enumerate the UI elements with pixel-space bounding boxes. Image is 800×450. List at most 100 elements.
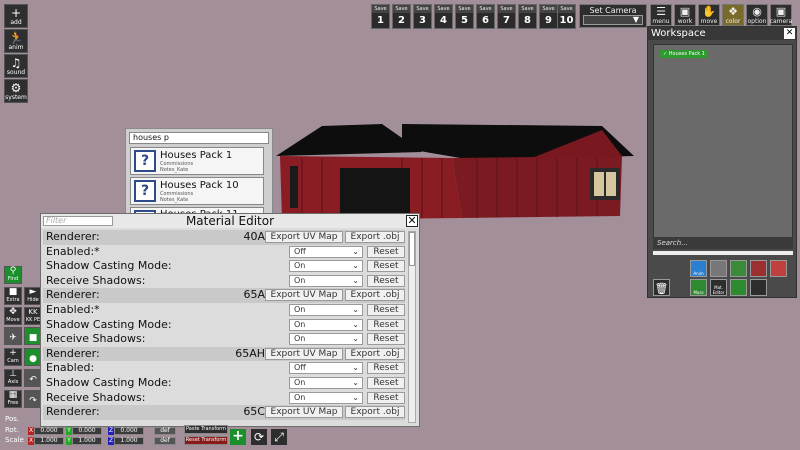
delete-button[interactable]: 🗑 (653, 279, 670, 296)
rot-y-field[interactable]: 0.000 (72, 427, 102, 435)
tree-item[interactable]: ✓ Houses Pack 1 (660, 50, 708, 58)
reset-button[interactable]: Reset (367, 260, 405, 273)
route-button[interactable] (730, 279, 747, 296)
save-slot-10[interactable]: Save 10 (557, 4, 576, 29)
export-obj-button[interactable]: Export .obj (345, 347, 405, 360)
reset-transform-button[interactable]: Reset Transform (184, 436, 228, 445)
camera-icon: ▣ (775, 5, 787, 18)
close-icon[interactable]: ✕ (406, 215, 418, 227)
folder-button[interactable] (750, 279, 767, 296)
anim-button[interactable]: 🏃 anim (4, 29, 28, 53)
export-uv-button[interactable]: Export UV Map (265, 406, 343, 419)
shadow-casting-select[interactable]: On ⌄ (289, 260, 363, 273)
scale-y-field[interactable]: 1.000 (72, 437, 102, 445)
extra-button[interactable]: ■ Extra (4, 287, 22, 305)
system-button[interactable]: ⚙ system (4, 79, 28, 103)
camera-button[interactable]: ▣ camera (770, 4, 792, 26)
disabled-ws-button-3[interactable] (750, 260, 767, 277)
set-camera-select[interactable]: ▼ (583, 15, 643, 25)
disabled-ws-button-2[interactable] (730, 260, 747, 277)
disabled-ws-button-1[interactable] (710, 260, 727, 277)
save-slot-8[interactable]: Save 8 (518, 4, 537, 29)
move-button[interactable]: ✋ move (698, 4, 720, 26)
cam-button[interactable]: + Cam (4, 348, 22, 366)
reset-button[interactable]: Reset (367, 318, 405, 331)
export-obj-button[interactable]: Export .obj (345, 231, 405, 243)
list-item[interactable]: ? Houses Pack 10 Commissions Notes_Kate (130, 177, 264, 205)
work-button[interactable]: ▣ work (674, 4, 696, 26)
save-slot-9[interactable]: Save 9 (539, 4, 558, 29)
shadow-casting-select[interactable]: On ⌄ (289, 318, 363, 331)
enabled-row: Enabled:* On ⌄ Reset (43, 303, 405, 318)
rot-z-field[interactable]: 0.000 (114, 427, 144, 435)
rot-def-button[interactable]: def (154, 427, 176, 435)
music-note-icon: ♫ (10, 56, 22, 70)
add-button[interactable]: + add (4, 4, 28, 28)
chevron-down-icon: ⌄ (352, 334, 359, 344)
item-search-input[interactable]: houses p (129, 132, 269, 144)
workspace-title: Workspace (651, 28, 706, 39)
scale-x-field[interactable]: 1.000 (34, 437, 64, 445)
reset-button[interactable]: Reset (367, 274, 405, 287)
reset-button[interactable]: Reset (367, 333, 405, 346)
save-slot-3[interactable]: Save 3 (413, 4, 432, 29)
house-model[interactable] (272, 118, 638, 224)
save-slot-4[interactable]: Save 4 (434, 4, 453, 29)
scale-gizmo-icon[interactable]: ⤢ (271, 429, 287, 445)
check-icon: ✓ (663, 51, 668, 57)
pos-label: Pos. (5, 415, 20, 423)
export-obj-button[interactable]: Export .obj (345, 289, 405, 302)
receive-shadows-row: Receive Shadows: On ⌄ Reset (43, 274, 405, 289)
enabled-select[interactable]: Off ⌄ (289, 362, 363, 375)
move-tool-button[interactable]: ✥ Move (4, 307, 22, 325)
reset-button[interactable]: Reset (367, 362, 405, 375)
anim-ws-button[interactable]: Anim (690, 260, 707, 277)
list-item[interactable]: ? Houses Pack 1 Commissions Notes_Kate (130, 147, 264, 175)
receive-shadows-select[interactable]: On ⌄ (289, 274, 363, 287)
menu-button[interactable]: ☰ menu (650, 4, 672, 26)
export-uv-button[interactable]: Export UV Map (265, 347, 343, 360)
scale-z-field[interactable]: 1.000 (114, 437, 144, 445)
reset-button[interactable]: Reset (367, 391, 405, 404)
house-window-left (290, 166, 298, 208)
axis-button[interactable]: ⊥ Axis (4, 369, 22, 387)
shadow-casting-select[interactable]: On ⌄ (289, 376, 363, 389)
sound-button[interactable]: ♫ sound (4, 54, 28, 78)
save-slot-7[interactable]: Save 7 (497, 4, 516, 29)
add-plus-icon[interactable]: + (230, 429, 246, 445)
save-slot-5[interactable]: Save 5 (455, 4, 474, 29)
material-editor-scrollbar[interactable] (408, 231, 416, 423)
free-button[interactable]: ▦ Free (4, 390, 22, 408)
receive-shadows-select[interactable]: On ⌄ (289, 391, 363, 404)
rot-x-field[interactable]: 0.000 (34, 427, 64, 435)
question-icon: ? (134, 180, 156, 202)
chevron-down-icon: ⌄ (352, 261, 359, 271)
receive-shadows-select[interactable]: On ⌄ (289, 333, 363, 346)
workspace-search-input[interactable]: Search... (653, 237, 793, 249)
paste-transform-button[interactable]: Paste Transform (184, 425, 228, 434)
scale-def-button[interactable]: def (154, 437, 176, 445)
export-uv-button[interactable]: Export UV Map (265, 289, 343, 302)
tool-disabled-1[interactable]: ✈ (4, 327, 22, 345)
option-button[interactable]: ◉ option (746, 4, 768, 26)
reset-button[interactable]: Reset (367, 303, 405, 316)
rotate-gizmo-icon[interactable]: ⟳ (251, 429, 267, 445)
enabled-select[interactable]: On ⌄ (289, 303, 363, 316)
find-button[interactable]: ⚲ Find (4, 266, 22, 284)
close-icon[interactable]: ✕ (784, 28, 795, 39)
filter-input[interactable]: Filter (43, 216, 113, 226)
save-slot-1[interactable]: Save 1 (371, 4, 390, 29)
enabled-select[interactable]: Off ⌄ (289, 245, 363, 258)
reset-button[interactable]: Reset (367, 245, 405, 258)
save-slot-2[interactable]: Save 2 (392, 4, 411, 29)
color-button[interactable]: ❖ color (722, 4, 744, 26)
mass-button[interactable]: Mass (690, 279, 707, 296)
mat-editor-button[interactable]: Mat. Editor (710, 279, 727, 296)
export-uv-button[interactable]: Export UV Map (265, 231, 343, 243)
scrollbar-thumb[interactable] (409, 232, 415, 266)
workspace-scrollbar[interactable] (653, 251, 793, 255)
copy-ws-button[interactable] (770, 260, 787, 277)
reset-button[interactable]: Reset (367, 376, 405, 389)
export-obj-button[interactable]: Export .obj (345, 406, 405, 419)
save-slot-6[interactable]: Save 6 (476, 4, 495, 29)
